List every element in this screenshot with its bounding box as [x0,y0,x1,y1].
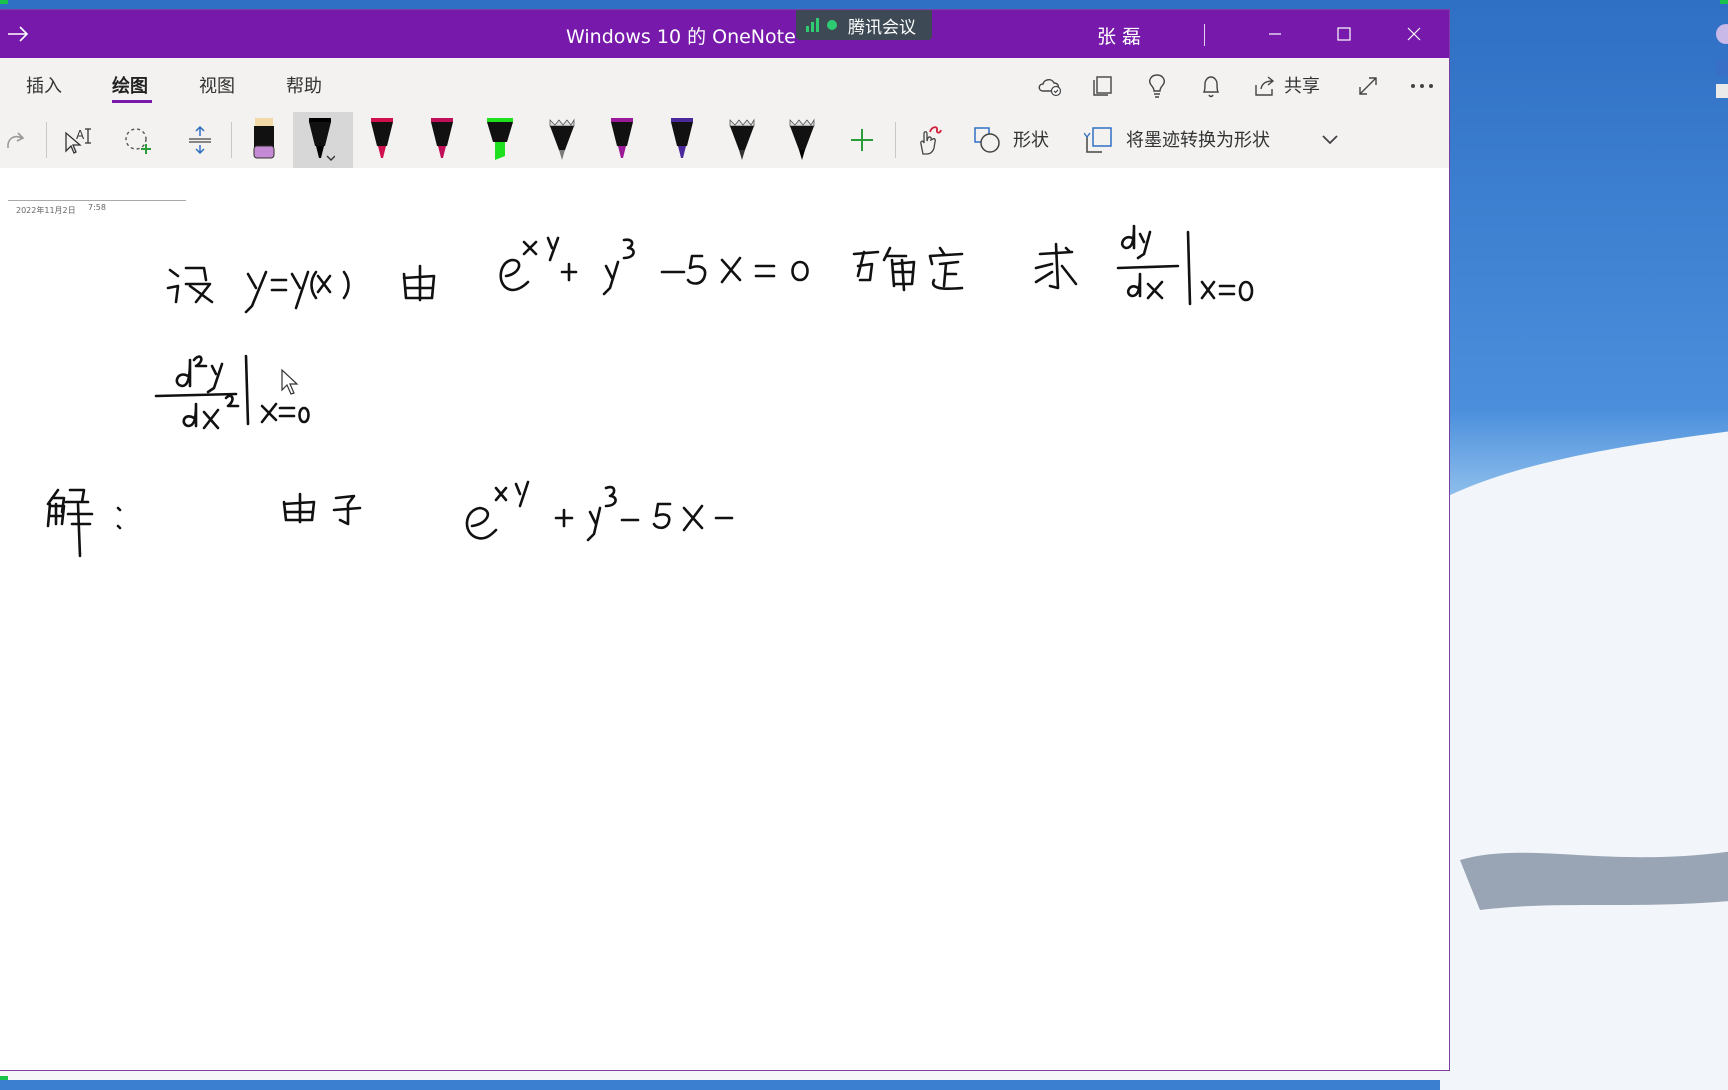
close-icon [1407,27,1421,41]
highlighter-tool-4[interactable] [484,116,516,164]
bell-icon [1202,76,1220,98]
snow-hill [1440,431,1728,1090]
redo-button[interactable] [2,116,30,164]
window-title: Windows 10 的 OneNote [566,26,796,48]
screen-share-marker [1720,0,1728,4]
lightbulb-icon [1149,74,1165,98]
chevron-down-icon [1322,135,1338,145]
expand-icon [1359,77,1377,95]
lasso-select-button[interactable] [120,116,156,164]
pen-tool-1[interactable] [304,116,336,164]
more-icon [1411,84,1433,88]
fullscreen-button[interactable] [1354,72,1382,100]
pencil-tool-5[interactable] [546,116,578,164]
title-divider [1204,24,1205,46]
maximize-button[interactable] [1310,10,1378,58]
draw-toolbar: A 形状 将墨迹转换为形状 [0,112,1449,169]
lasso-icon [125,128,151,154]
tab-help[interactable]: 帮助 [286,72,322,98]
toolbar-divider [231,122,232,158]
shapes-label[interactable]: 形状 [1013,126,1049,152]
draw-with-touch-button[interactable] [910,116,946,164]
tell-me-button[interactable] [1143,72,1171,100]
pen-icon [431,118,453,158]
plus-icon [851,129,873,151]
toolbar-divider [895,122,896,158]
pencil-icon [789,118,815,160]
pencil-tool-9[interactable] [786,116,818,164]
ink-to-shape-icon [1084,127,1112,153]
close-button[interactable] [1380,10,1448,58]
tab-draw[interactable]: 绘图 [112,72,148,98]
meeting-app-label: 腾讯会议 [848,17,916,38]
ink-line-solution [46,480,734,558]
eraser-tool[interactable] [248,116,280,164]
tab-view[interactable]: 视图 [199,72,235,98]
pen-icon [309,118,335,161]
text-cursor-select-icon: A [65,128,91,154]
title-bar: Windows 10 的 OneNote 张 磊 [0,10,1449,58]
toolbar-divider [46,122,47,158]
desktop-shortcut-icon[interactable] [1712,20,1728,110]
user-name[interactable]: 张 磊 [1097,22,1141,49]
mouse-cursor-icon [281,368,299,395]
pen-icon [371,118,393,158]
ink-to-shape-label[interactable]: 将墨迹转换为形状 [1126,126,1270,152]
pencil-icon [729,118,755,160]
pen-tool-2[interactable] [366,116,398,164]
notebooks-button[interactable] [1089,72,1117,100]
onenote-window: Windows 10 的 OneNote 张 磊 腾讯会议 插入 绘图 视图 帮… [0,10,1449,1070]
cloud-check-icon [1038,79,1062,97]
more-options-button[interactable] [1408,72,1436,100]
pen-icon [611,118,633,158]
screen-share-marker [0,0,8,4]
add-pen-button[interactable] [846,116,878,164]
redo-icon [7,132,25,149]
pen-tool-7[interactable] [666,116,698,164]
minimize-button[interactable] [1241,10,1309,58]
active-tab-indicator [112,100,152,103]
notebook-icon [1093,76,1112,96]
back-button[interactable] [0,10,36,58]
ink-to-shape-button[interactable] [1082,116,1116,164]
pencil-icon [549,118,575,160]
ribbon-tabs: 插入 绘图 视图 帮助 共享 [0,58,1449,112]
handwritten-ink [46,224,1254,558]
signal-icon [806,18,837,32]
share-icon [1255,76,1275,96]
share-label[interactable]: 共享 [1284,72,1320,98]
ink-line-problem [166,224,1254,314]
arrow-right-icon [8,26,29,42]
screen-share-marker [0,1076,8,1080]
add-space-button[interactable] [182,116,218,164]
toolbar-expand-button[interactable] [1316,116,1344,164]
eraser-icon [253,118,275,159]
highlighter-icon [487,118,513,160]
pencil-tool-8[interactable] [726,116,758,164]
svg-text:A: A [76,128,85,142]
notifications-button[interactable] [1197,72,1225,100]
shapes-icon [974,127,1000,153]
pen-tool-3[interactable] [426,116,458,164]
type-select-button[interactable]: A [60,116,96,164]
meeting-status-overlay[interactable]: 腾讯会议 [796,10,932,40]
note-page[interactable]: 2022年11月2日 7:58 [0,168,1449,1070]
maximize-icon [1337,27,1351,41]
shapes-button[interactable] [970,116,1004,164]
pen-icon [671,118,693,158]
sync-status-button[interactable] [1036,72,1064,100]
tab-insert[interactable]: 插入 [26,72,62,98]
minimize-icon [1269,33,1281,35]
share-button[interactable] [1251,72,1279,100]
pen-tool-6[interactable] [606,116,638,164]
insert-space-icon [189,125,211,155]
touch-draw-icon [920,126,942,155]
